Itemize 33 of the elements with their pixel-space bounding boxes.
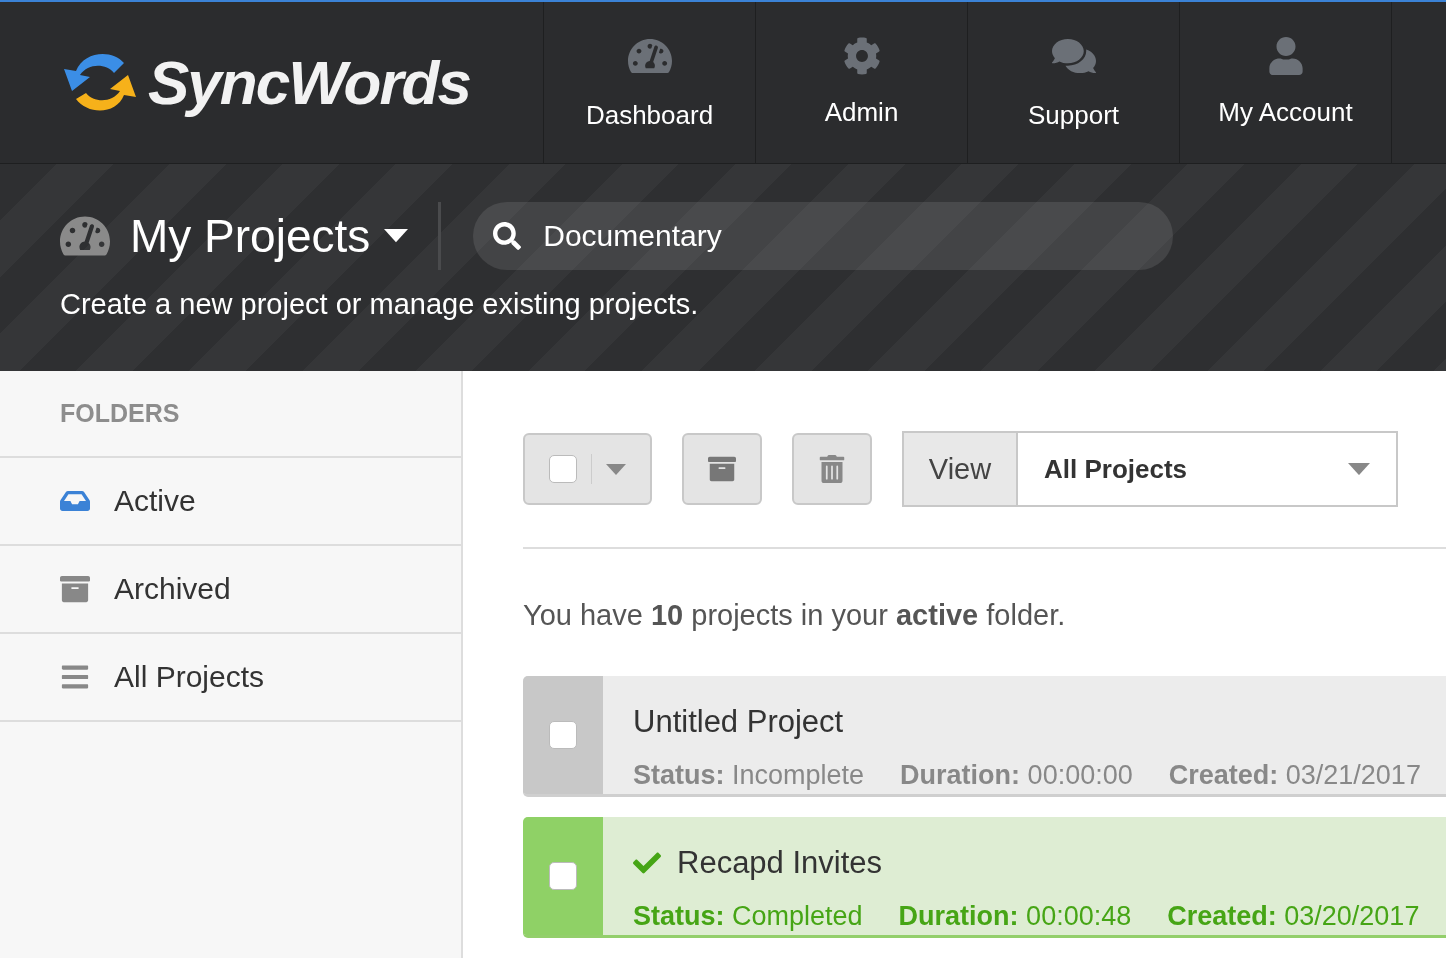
archive-box-icon [60, 574, 90, 604]
projects-menu-button[interactable]: My Projects [130, 209, 439, 263]
project-detail: Duration: 00:00:00 [900, 760, 1133, 791]
banner-subtitle: Create a new project or manage existing projects. [60, 288, 700, 321]
project-card[interactable]: Untitled Project Status: Incomplete Duration: 00:00:00 Created: 03/21/2017 [523, 676, 1446, 797]
user-icon [1266, 37, 1305, 75]
checkbox[interactable] [549, 721, 577, 749]
search-icon [493, 222, 522, 250]
trash-icon [818, 455, 846, 483]
nav-item[interactable]: Admin [755, 2, 967, 163]
archive-button[interactable] [682, 433, 762, 505]
gear-icon [842, 37, 881, 75]
project-card[interactable]: Recapd Invites Status: Completed Duration: 00:00:48 Created: 03/20/2017 [523, 817, 1446, 938]
project-title: Untitled Project [633, 704, 844, 740]
delete-button[interactable] [792, 433, 872, 505]
project-detail: Duration: 00:00:48 [898, 901, 1132, 932]
caret-icon [1348, 462, 1370, 476]
project-detail: Created: 03/21/2017 [1168, 760, 1421, 791]
caret-icon [384, 229, 409, 243]
project-detail: Created: 03/20/2017 [1167, 901, 1420, 932]
checkbox[interactable] [549, 862, 577, 890]
nav-item[interactable]: My Account [1179, 2, 1391, 163]
select-all-button[interactable] [523, 433, 652, 505]
project-title: Recapd Invites [677, 845, 883, 881]
project-detail: Status: Incomplete [633, 760, 865, 791]
checkbox[interactable] [549, 455, 577, 483]
view-label: View [904, 433, 1018, 505]
caret-icon [606, 463, 626, 475]
nav-item[interactable]: Support [967, 2, 1179, 163]
project-count-text: You have 10 projects in your active folder. [523, 599, 1067, 632]
nav-item[interactable]: Dashboard [543, 2, 755, 163]
project-detail: Status: Completed [633, 901, 863, 932]
logo-text: SyncWords [148, 47, 470, 118]
